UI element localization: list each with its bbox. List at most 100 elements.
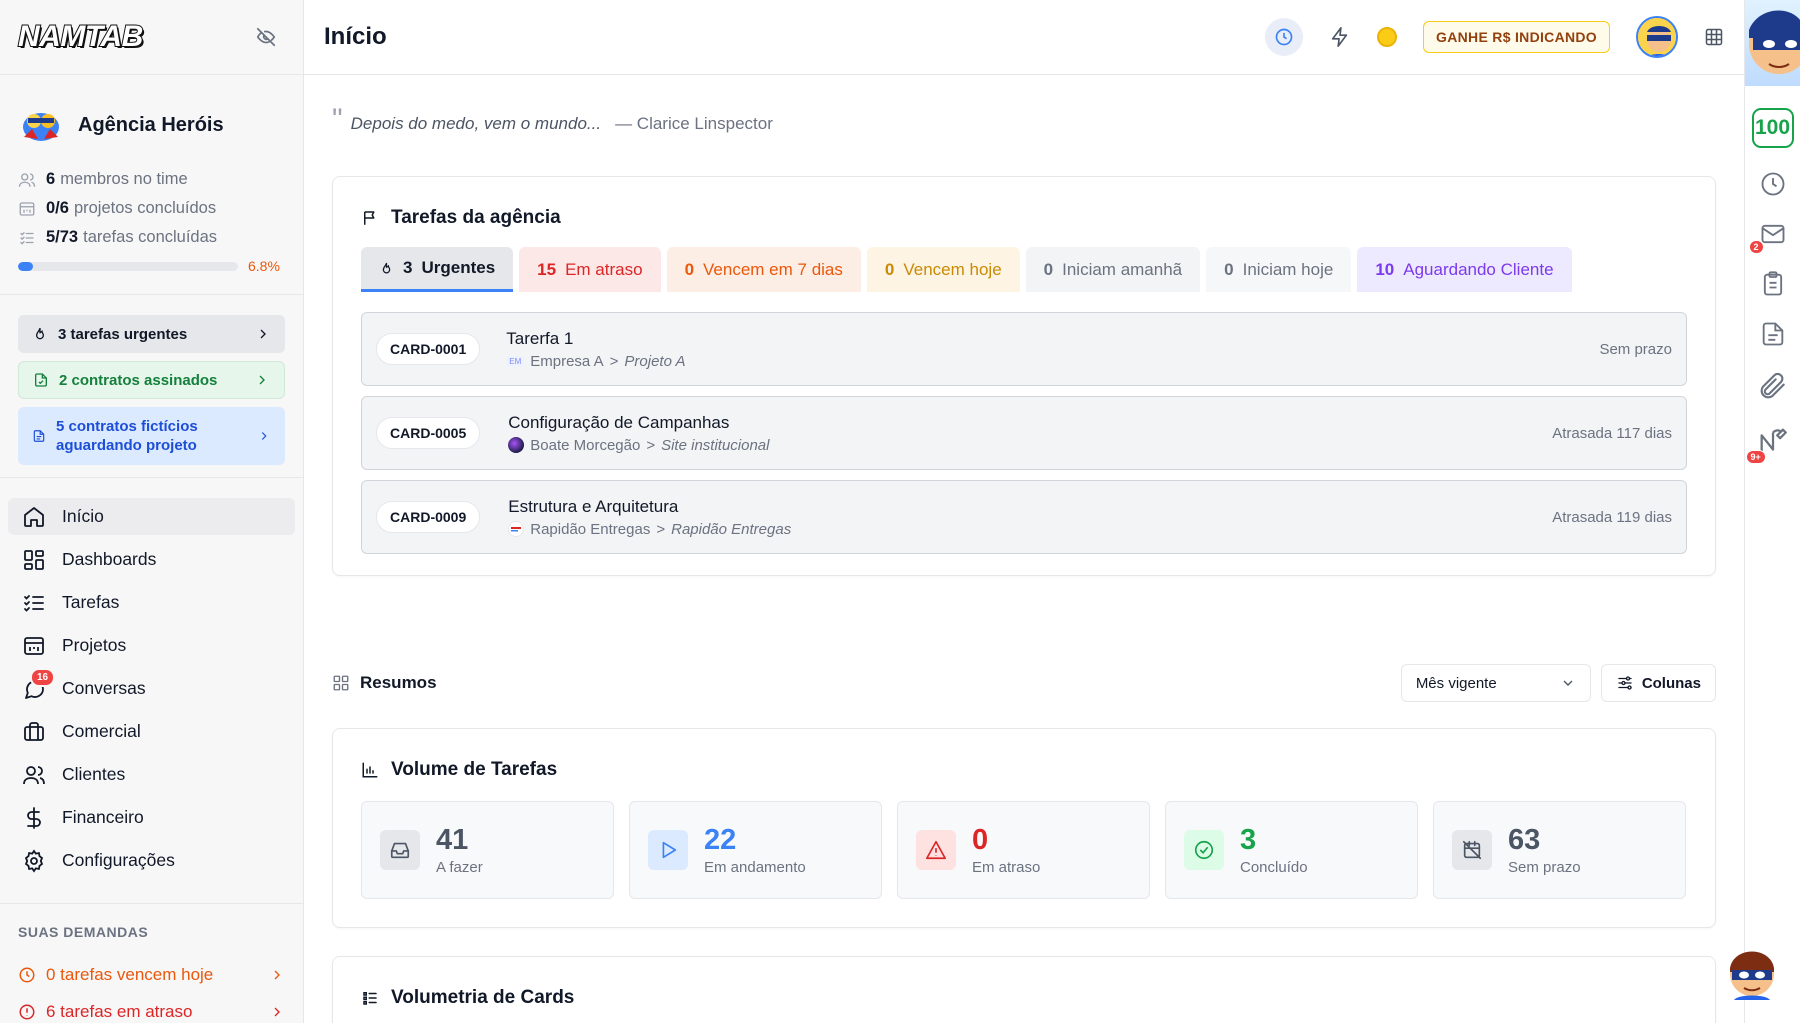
tab-count: 10 xyxy=(1375,259,1395,279)
tab-aguardando-cliente[interactable]: 10 Aguardando Cliente xyxy=(1357,247,1572,292)
nav-item-clientes[interactable]: Clientes xyxy=(8,756,295,793)
clock-icon xyxy=(1759,170,1787,198)
sliders-icon xyxy=(1616,674,1634,692)
card-title: Volume de Tarefas xyxy=(361,759,1687,781)
grid-icon[interactable] xyxy=(1704,27,1724,47)
rail-attachment-button[interactable] xyxy=(1757,370,1789,402)
score-badge[interactable]: 100 xyxy=(1751,108,1794,148)
demand-due-today[interactable]: 0 tarefas vencem hoje xyxy=(18,956,285,993)
task-path: EM Empresa A > Projeto A xyxy=(506,352,686,370)
home-icon xyxy=(22,505,46,529)
rail-notifications-button[interactable]: 9+ xyxy=(1745,424,1790,464)
task-name: Estrutura e Arquitetura xyxy=(508,496,679,516)
user-avatar[interactable] xyxy=(1636,16,1678,58)
tab-em-atraso[interactable]: 15 Em atraso xyxy=(519,247,661,292)
main-content: " Depois do medo, vem o mundo... — Clari… xyxy=(304,76,1744,1023)
daily-quote: " Depois do medo, vem o mundo... — Clari… xyxy=(332,105,1716,135)
tab-iniciam-amanha[interactable]: 0 Iniciam amanhã xyxy=(1025,247,1201,292)
nav-item-configuracoes[interactable]: Configurações xyxy=(8,842,295,879)
rail-clipboard-button[interactable] xyxy=(1759,270,1787,298)
metric-no-deadline[interactable]: 63 Sem prazo xyxy=(1433,801,1686,899)
coin-icon[interactable] xyxy=(1377,27,1398,47)
lightning-icon[interactable] xyxy=(1329,26,1351,48)
card-title: Volumetria de Cards xyxy=(361,987,1687,1009)
nav-label: Tarefas xyxy=(62,592,120,612)
task-name: Configuração de Campanhas xyxy=(508,412,730,432)
task-list: CARD-0001 Tarerfa 1 EM Empresa A > Proje… xyxy=(361,312,1687,554)
signed-contracts-alert[interactable]: 2 contratos assinados xyxy=(18,361,285,399)
grid-icon xyxy=(332,674,350,692)
document-check-icon xyxy=(33,372,49,388)
metric-label: A fazer xyxy=(436,858,483,876)
task-row[interactable]: CARD-0009 Estrutura e Arquitetura Rapidã… xyxy=(361,480,1687,554)
agency-summary: Agência Heróis 6 membros no time 0/6 proje… xyxy=(0,75,303,274)
tab-vencem-7-dias[interactable]: 0 Vencem em 7 dias xyxy=(666,247,861,292)
users-icon xyxy=(18,171,36,189)
demand-late[interactable]: 6 tarefas em atraso xyxy=(18,993,285,1023)
hero-avatar[interactable] xyxy=(1744,0,1800,86)
period-select[interactable]: Mês vigente xyxy=(1400,664,1591,702)
flame-icon xyxy=(379,261,394,276)
refer-button[interactable]: GANHE R$ INDICANDO xyxy=(1423,21,1610,53)
nav-label: Financeiro xyxy=(62,807,144,827)
nav-item-projetos[interactable]: Projetos xyxy=(8,627,295,664)
demand-due-today-label: 0 tarefas vencem hoje xyxy=(46,964,214,984)
metric-in-progress[interactable]: 22 Em andamento xyxy=(629,801,882,899)
stat-projects: 0/6 projetos concluídos xyxy=(18,194,285,223)
warning-icon xyxy=(916,830,956,870)
volume-title: Volume de Tarefas xyxy=(391,759,558,780)
nav-item-tarefas[interactable]: Tarefas xyxy=(8,584,295,621)
brand-logo[interactable]: NAMTAB xyxy=(17,19,144,54)
nav-label: Conversas xyxy=(62,678,146,698)
dollar-icon xyxy=(22,806,46,830)
nav-item-financeiro[interactable]: Financeiro xyxy=(8,799,295,836)
stat-tasks-num: 5/73 xyxy=(46,228,79,246)
task-path: Boate Morcegão > Site institucional xyxy=(508,436,770,454)
tab-iniciam-hoje[interactable]: 0 Iniciam hoje xyxy=(1206,247,1352,292)
metric-late[interactable]: 0 Em atraso xyxy=(897,801,1150,899)
period-value: Mês vigente xyxy=(1415,674,1497,692)
rail-clock-button[interactable] xyxy=(1759,170,1787,198)
task-project: Projeto A xyxy=(624,352,686,370)
urgent-tasks-alert[interactable]: 3 tarefas urgentes xyxy=(18,315,285,353)
client-logo xyxy=(508,521,525,537)
bar-chart-icon xyxy=(361,761,379,779)
fictitious-contracts-label: 5 contratos fictícios aguardando projeto xyxy=(56,417,198,455)
path-separator: > xyxy=(646,436,656,454)
metric-value: 63 xyxy=(1508,823,1541,856)
nav-item-dashboards[interactable]: Dashboards xyxy=(8,541,295,578)
rail-document-button[interactable] xyxy=(1759,320,1787,348)
chevron-right-icon xyxy=(255,326,271,342)
chevron-right-icon xyxy=(254,372,270,388)
signed-contracts-label: 2 contratos assinados xyxy=(59,371,218,389)
mascot-helper[interactable] xyxy=(1724,940,1780,1004)
tab-urgentes[interactable]: 3 Urgentes xyxy=(361,247,514,292)
tab-label: Iniciam hoje xyxy=(1242,259,1334,279)
metric-value: 3 xyxy=(1240,823,1257,856)
metric-todo[interactable]: 41 A fazer xyxy=(361,801,614,899)
metric-done[interactable]: 3 Concluído xyxy=(1165,801,1418,899)
tab-vencem-hoje[interactable]: 0 Vencem hoje xyxy=(866,247,1020,292)
metric-label: Concluído xyxy=(1240,858,1308,876)
calendar-off-icon xyxy=(1452,830,1492,870)
clock-icon xyxy=(18,966,36,984)
fictitious-contracts-alert[interactable]: 5 contratos fictícios aguardando projeto xyxy=(18,407,285,465)
chevron-right-icon xyxy=(257,429,271,443)
project-icon xyxy=(22,634,46,658)
eye-off-icon[interactable] xyxy=(255,26,277,48)
columns-button[interactable]: Colunas xyxy=(1600,664,1716,702)
rail-mail-button[interactable]: 2 xyxy=(1748,220,1787,254)
task-row[interactable]: CARD-0001 Tarerfa 1 EM Empresa A > Proje… xyxy=(361,312,1687,386)
briefcase-icon xyxy=(22,720,46,744)
nav-item-comercial[interactable]: Comercial xyxy=(8,713,295,750)
task-row[interactable]: CARD-0005 Configuração de Campanhas Boat… xyxy=(361,396,1687,470)
nav-item-inicio[interactable]: Início xyxy=(8,498,295,535)
play-icon xyxy=(648,830,688,870)
path-separator: > xyxy=(656,520,666,538)
metric-label: Em atraso xyxy=(972,858,1041,876)
nav-item-conversas[interactable]: 16 Conversas xyxy=(8,668,295,707)
sidebar-header: NAMTAB xyxy=(0,0,303,75)
history-button[interactable] xyxy=(1265,18,1304,56)
clock-icon xyxy=(1274,27,1294,47)
flame-icon xyxy=(32,326,48,342)
